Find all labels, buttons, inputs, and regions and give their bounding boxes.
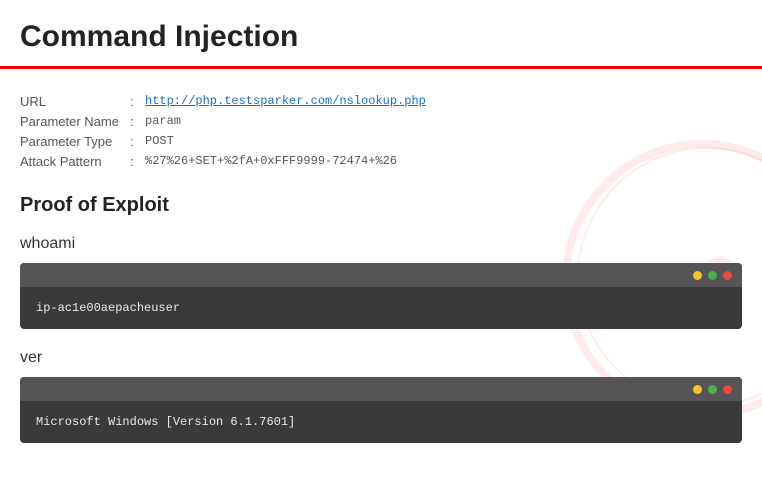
window-close-icon — [723, 385, 732, 394]
detail-row-param-name: Parameter Name : param — [20, 114, 742, 129]
window-close-icon — [723, 271, 732, 280]
detail-row-attack-pattern: Attack Pattern : %27%26+SET+%2fA+0xFFF99… — [20, 154, 742, 169]
report-content: Command Injection URL : http://php.tests… — [0, 0, 762, 443]
detail-row-param-type: Parameter Type : POST — [20, 134, 742, 149]
terminal-whoami: ip-ac1e00aepacheuser — [20, 263, 742, 329]
exploit-title-ver: ver — [20, 349, 742, 367]
divider-line — [0, 66, 762, 69]
window-maximize-icon — [708, 385, 717, 394]
proof-heading: Proof of Exploit — [20, 194, 742, 217]
detail-value: param — [145, 114, 181, 128]
detail-colon: : — [130, 154, 145, 169]
detail-label: Attack Pattern — [20, 154, 130, 169]
detail-label: Parameter Name — [20, 114, 130, 129]
window-minimize-icon — [693, 271, 702, 280]
detail-colon: : — [130, 94, 145, 109]
detail-label: URL — [20, 94, 130, 109]
terminal-ver: Microsoft Windows [Version 6.1.7601] — [20, 377, 742, 443]
detail-value: %27%26+SET+%2fA+0xFFF9999-72474+%26 — [145, 154, 397, 168]
window-maximize-icon — [708, 271, 717, 280]
detail-label: Parameter Type — [20, 134, 130, 149]
terminal-output: ip-ac1e00aepacheuser — [20, 287, 742, 329]
terminal-header — [20, 263, 742, 287]
detail-colon: : — [130, 134, 145, 149]
page-title: Command Injection — [20, 20, 742, 54]
terminal-header — [20, 377, 742, 401]
terminal-output: Microsoft Windows [Version 6.1.7601] — [20, 401, 742, 443]
window-minimize-icon — [693, 385, 702, 394]
vulnerability-url-link[interactable]: http://php.testsparker.com/nslookup.php — [145, 94, 426, 108]
detail-value: POST — [145, 134, 174, 148]
exploit-title-whoami: whoami — [20, 235, 742, 253]
detail-colon: : — [130, 114, 145, 129]
detail-row-url: URL : http://php.testsparker.com/nslooku… — [20, 94, 742, 109]
vulnerability-details: URL : http://php.testsparker.com/nslooku… — [20, 94, 742, 169]
detail-value: http://php.testsparker.com/nslookup.php — [145, 94, 426, 108]
